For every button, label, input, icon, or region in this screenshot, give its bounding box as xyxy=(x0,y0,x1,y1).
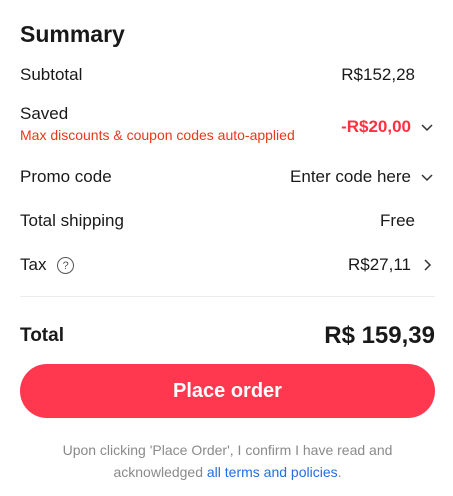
promo-code-value: Enter code here xyxy=(290,167,411,186)
tax-label: Tax xyxy=(20,255,47,274)
chevron-down-icon[interactable] xyxy=(419,169,435,185)
shipping-label: Total shipping xyxy=(20,211,124,230)
legal-notice: Upon clicking 'Place Order', I confirm I… xyxy=(20,439,435,483)
help-circle-icon[interactable]: ? xyxy=(57,257,75,275)
chevron-right-icon[interactable] xyxy=(419,257,435,273)
saved-value: -R$20,00 xyxy=(341,117,411,136)
summary-title: Summary xyxy=(20,21,125,47)
tax-label-group: Tax ? xyxy=(20,255,75,275)
place-order-button[interactable]: Place order xyxy=(20,364,435,418)
order-summary-panel: Summary Subtotal R$152,28 Saved Max disc… xyxy=(0,0,453,496)
terms-link[interactable]: all terms and policies xyxy=(207,464,338,480)
divider xyxy=(20,296,435,297)
saved-note: Max discounts & coupon codes auto-applie… xyxy=(20,127,295,143)
saved-label: Saved xyxy=(20,104,69,123)
promo-code-label: Promo code xyxy=(20,167,112,186)
saved-value-group[interactable]: -R$20,00 xyxy=(341,117,435,137)
tax-row[interactable]: Tax ? R$27,11 xyxy=(20,253,435,277)
promo-code-dropdown[interactable]: Enter code here xyxy=(290,167,435,187)
tax-value: R$27,11 xyxy=(347,255,411,274)
total-row: Total R$ 159,39 xyxy=(20,320,435,352)
tax-value-group[interactable]: R$27,11 xyxy=(348,255,435,275)
subtotal-row: Subtotal R$152,28 xyxy=(20,64,435,86)
shipping-row: Total shipping Free xyxy=(20,209,435,233)
chevron-down-icon[interactable] xyxy=(419,119,435,135)
total-label: Total xyxy=(20,325,64,346)
legal-suffix: . xyxy=(337,464,342,480)
saved-row[interactable]: Saved Max discounts & coupon codes auto-… xyxy=(20,104,435,148)
shipping-value: Free xyxy=(380,211,415,230)
subtotal-label: Subtotal xyxy=(20,65,83,84)
promo-code-row[interactable]: Promo code Enter code here xyxy=(20,165,435,189)
total-value: R$ 159,39 xyxy=(324,322,435,349)
subtotal-value: R$152,28 xyxy=(341,65,415,84)
